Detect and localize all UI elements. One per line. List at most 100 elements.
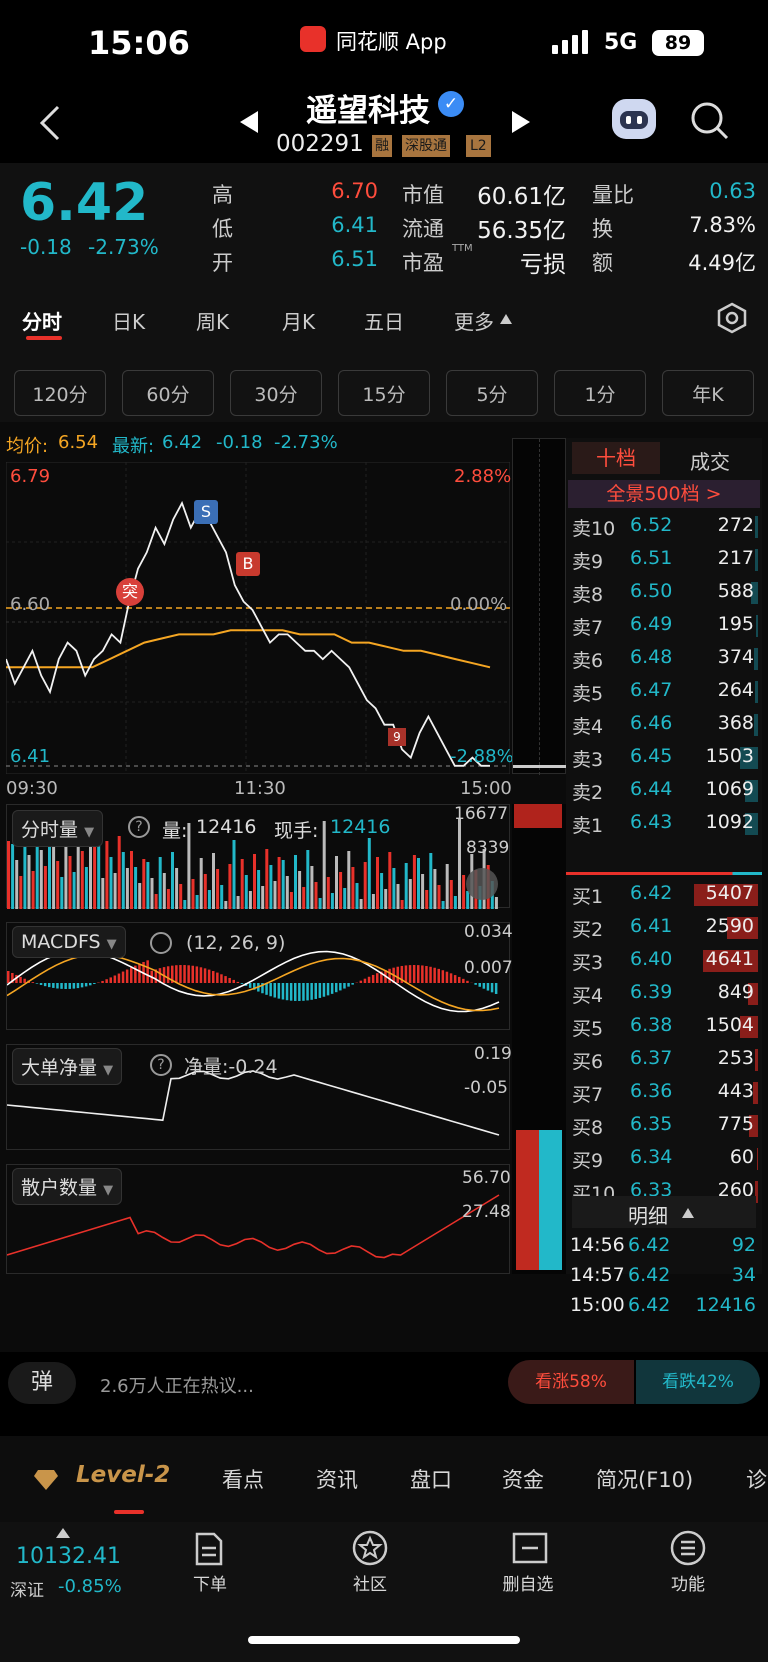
search-icon[interactable] <box>690 101 730 141</box>
tab-intraday[interactable]: 分时 <box>22 306 62 335</box>
settings-icon[interactable] <box>150 932 172 954</box>
prev-stock-icon[interactable] <box>238 109 260 135</box>
macd-bar <box>441 970 445 983</box>
macd-bar <box>408 965 412 983</box>
settings-hexagon-icon[interactable] <box>716 302 748 334</box>
bid-level-row[interactable]: 买6 6.37 253 <box>566 1043 762 1076</box>
tab-weekly-k[interactable]: 周K <box>196 306 229 335</box>
full-depth-banner[interactable]: 全景500档 > <box>568 480 760 508</box>
ask-level-row[interactable]: 卖6 6.48 374 <box>566 642 762 675</box>
period-60min[interactable]: 60分 <box>122 370 214 416</box>
signal-marker-9[interactable]: 9 <box>388 728 406 746</box>
bid-ask-ratio-bar <box>566 872 762 875</box>
caret-up-icon <box>682 1208 694 1218</box>
x-tick-open: 09:30 <box>6 778 58 799</box>
volume-bar <box>339 872 343 909</box>
ask-level-row[interactable]: 卖1 6.43 1092 <box>566 807 762 840</box>
macd-bar <box>248 983 252 988</box>
danmaku-toggle[interactable]: 弹 <box>8 1362 76 1404</box>
ask-level-row[interactable]: 卖4 6.46 368 <box>566 708 762 741</box>
volume-bar <box>265 849 269 909</box>
help-icon[interactable]: ? <box>150 1054 172 1076</box>
help-icon[interactable]: ? <box>128 816 150 838</box>
nav-highlights[interactable]: 看点 <box>222 1464 264 1524</box>
macd-bar <box>212 971 215 983</box>
level-label: 卖3 <box>572 749 604 771</box>
period-yearly-k[interactable]: 年K <box>662 370 754 416</box>
sell-marker[interactable]: S <box>194 500 218 524</box>
dock-functions[interactable]: 功能 <box>638 1570 738 1595</box>
back-icon[interactable] <box>36 103 64 143</box>
ask-level-row[interactable]: 卖9 6.51 217 <box>566 543 762 576</box>
nav-news[interactable]: 资讯 <box>316 1464 358 1524</box>
bid-level-row[interactable]: 买2 6.41 2590 <box>566 911 762 944</box>
ask-level-row[interactable]: 卖3 6.45 1503 <box>566 741 762 774</box>
dock-remove-watchlist[interactable]: 删自选 <box>478 1570 578 1595</box>
period-1min[interactable]: 1分 <box>554 370 646 416</box>
level-price: 6.37 <box>630 1047 673 1069</box>
next-stock-icon[interactable] <box>510 109 532 135</box>
chart-tabs: 分时 日K 周K 月K 五日 更多 <box>0 290 768 352</box>
bid-level-row[interactable]: 买9 6.34 60 <box>566 1142 762 1175</box>
vote-bullish-button[interactable]: 看涨58% <box>508 1360 634 1404</box>
order-document-icon <box>195 1532 223 1566</box>
ask-level-row[interactable]: 卖7 6.49 195 <box>566 609 762 642</box>
dock-community[interactable]: 社区 <box>320 1570 420 1595</box>
retail-indicator-select[interactable]: 散户数量 ▼ <box>12 1168 123 1205</box>
breakout-marker[interactable]: 突 <box>116 578 144 606</box>
stat-label: 市盈 <box>402 251 444 275</box>
macd-indicator-select[interactable]: MACDFS ▼ <box>12 926 126 958</box>
caret-up-icon <box>56 1528 70 1538</box>
bid-level-row[interactable]: 买3 6.40 4641 <box>566 944 762 977</box>
nav-orderbook[interactable]: 盘口 <box>410 1464 452 1524</box>
stock-code: 002291 <box>276 131 364 157</box>
tab-more[interactable]: 更多 <box>454 306 494 335</box>
dock-order[interactable]: 下单 <box>160 1570 260 1595</box>
macd-bar <box>199 967 203 983</box>
tab-trades[interactable]: 成交 <box>690 446 730 475</box>
ask-level-row[interactable]: 卖10 6.52 272 <box>566 510 762 543</box>
nav-funds[interactable]: 资金 <box>502 1464 544 1524</box>
bid-level-row[interactable]: 买8 6.35 775 <box>566 1109 762 1142</box>
nav-diagnosis[interactable]: 诊 <box>746 1464 767 1524</box>
volume-bar <box>125 868 129 909</box>
community-star-icon <box>352 1530 388 1566</box>
tab-daily-k[interactable]: 日K <box>112 306 145 335</box>
volume-indicator-select[interactable]: 分时量 ▼ <box>12 810 104 847</box>
period-15min[interactable]: 15分 <box>338 370 430 416</box>
macd-bar <box>191 965 194 983</box>
buy-marker[interactable]: B <box>236 552 260 576</box>
tab-monthly-k[interactable]: 月K <box>282 306 315 335</box>
volume-bar <box>199 858 203 909</box>
index-name: 深证 <box>10 1581 44 1601</box>
volume-bar <box>294 855 297 909</box>
bid-level-row[interactable]: 买7 6.36 443 <box>566 1076 762 1109</box>
vote-bearish-button[interactable]: 看跌42% <box>636 1360 760 1404</box>
price-change: -0.18 <box>20 235 72 259</box>
bid-level-row[interactable]: 买1 6.42 5407 <box>566 878 762 911</box>
assistant-robot-icon[interactable] <box>612 99 656 139</box>
stat-label: 流通 <box>402 217 444 241</box>
period-30min[interactable]: 30分 <box>230 370 322 416</box>
nav-profile-f10[interactable]: 简况(F10) <box>596 1464 693 1524</box>
index-value[interactable]: 10132.41 <box>16 1544 121 1569</box>
ask-level-row[interactable]: 卖8 6.50 588 <box>566 576 762 609</box>
fullscreen-icon[interactable] <box>466 868 498 900</box>
tab-ten-levels[interactable]: 十档 <box>572 442 660 474</box>
discussion-text[interactable]: 2.6万人正在热议... <box>100 1372 254 1398</box>
volume-bar <box>60 877 64 909</box>
detail-header[interactable]: 明细 <box>572 1196 756 1228</box>
tab-five-day[interactable]: 五日 <box>364 306 404 335</box>
ask-level-row[interactable]: 卖5 6.47 264 <box>566 675 762 708</box>
bid-level-row[interactable]: 买4 6.39 849 <box>566 977 762 1010</box>
macd-bar <box>203 968 207 983</box>
period-5min[interactable]: 5分 <box>446 370 538 416</box>
bid-level-row[interactable]: 买5 6.38 1504 <box>566 1010 762 1043</box>
intraday-price-chart[interactable] <box>6 462 510 774</box>
level-label: 买4 <box>572 985 604 1007</box>
ask-level-row[interactable]: 卖2 6.44 1069 <box>566 774 762 807</box>
big-order-indicator-select[interactable]: 大单净量 ▼ <box>12 1048 123 1085</box>
stat-value-low: 6.41 <box>331 213 378 237</box>
period-120min[interactable]: 120分 <box>14 370 106 416</box>
volume-bar <box>150 878 154 909</box>
